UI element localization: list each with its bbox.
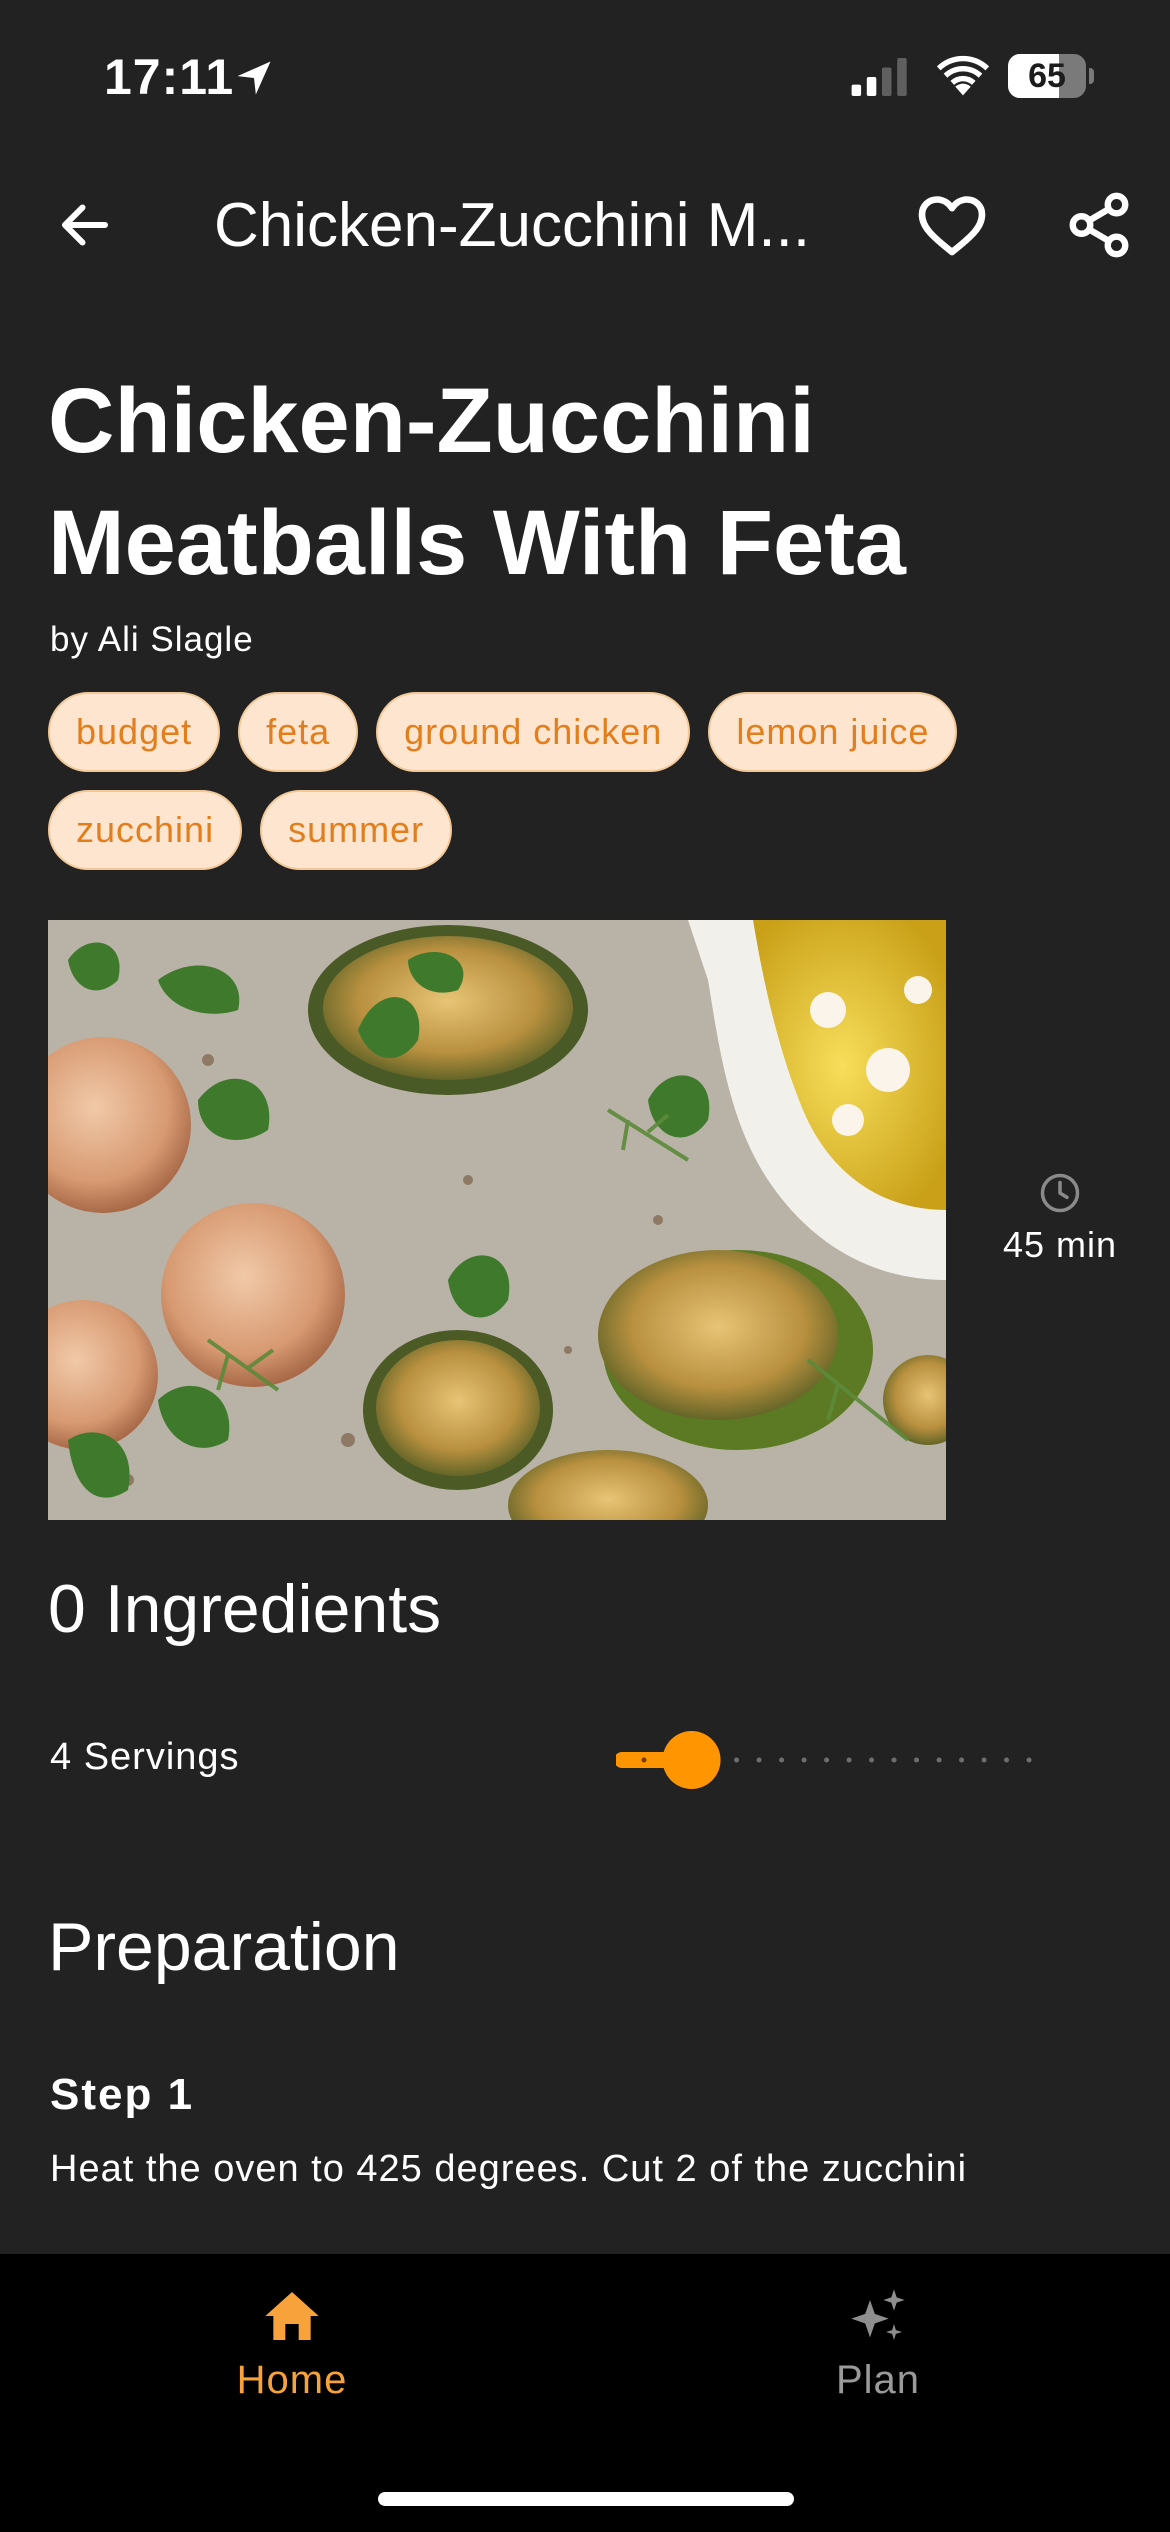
clock-icon [1040, 1173, 1080, 1213]
servings-slider[interactable] [616, 1720, 1056, 1800]
slider-tick [779, 1757, 785, 1763]
slider-tick [936, 1757, 942, 1763]
sparkles-icon [851, 2289, 905, 2340]
home-icon [265, 2292, 319, 2340]
battery-icon: 65 [1008, 54, 1094, 98]
step-title: Step 1 [50, 2070, 195, 2119]
slider-thumb[interactable] [662, 1731, 721, 1789]
slider-tick [891, 1757, 897, 1763]
slider-tick [1026, 1757, 1032, 1763]
cook-time: 45 min [990, 1172, 1130, 1266]
recipe-photo [48, 920, 946, 1520]
wifi-icon [936, 55, 990, 96]
back-arrow-icon[interactable] [50, 195, 120, 255]
tag-chip[interactable]: ground chicken [376, 692, 691, 772]
recipe-author: by Ali Slagle [50, 620, 254, 659]
bottom-navigation: Home Plan [0, 2254, 1170, 2532]
tag-chip[interactable]: lemon juice [708, 692, 958, 772]
slider-tick [801, 1757, 807, 1763]
status-time: 17:11 [104, 49, 235, 105]
nav-label-plan: Plan [835, 2358, 921, 2402]
slider-tick [824, 1757, 830, 1763]
slider-tick [981, 1757, 987, 1763]
battery-level: 65 [1028, 57, 1066, 95]
location-arrow-icon [237, 61, 271, 95]
tag-list: budget feta ground chicken lemon juice zucch… [48, 692, 1128, 888]
preparation-heading: Preparation [48, 1909, 400, 1985]
tag-chip[interactable]: zucchini [48, 790, 243, 870]
heart-icon[interactable] [916, 192, 988, 258]
app-bar-title: Chicken-Zucchini M... [214, 191, 811, 260]
slider-tick [734, 1757, 740, 1763]
cook-time-value: 45 min [1002, 1224, 1118, 1265]
ingredients-heading: 0 Ingredients [48, 1571, 442, 1647]
nav-item-home[interactable]: Home [142, 2284, 442, 2403]
status-bar: 17:11 65 [0, 0, 1170, 150]
slider-tick [869, 1757, 875, 1763]
recipe-title: Chicken-Zucchini Meatballs With Feta [48, 370, 906, 594]
tag-chip[interactable]: budget [48, 692, 221, 772]
tag-chip[interactable]: feta [238, 692, 359, 772]
step-text: Heat the oven to 425 degrees. Cut 2 of t… [50, 2148, 968, 2190]
home-indicator [378, 2492, 794, 2506]
slider-tick [641, 1757, 647, 1763]
tag-chip[interactable]: summer [260, 790, 453, 870]
slider-tick [846, 1757, 852, 1763]
app-bar: Chicken-Zucchini M... [0, 170, 1170, 280]
share-icon[interactable] [1064, 190, 1134, 260]
slider-tick [914, 1757, 920, 1763]
slider-tick [959, 1757, 965, 1763]
nav-label-home: Home [236, 2358, 348, 2402]
servings-label: 4 Servings [50, 1736, 240, 1778]
slider-tick [756, 1757, 762, 1763]
nav-item-plan[interactable]: Plan [728, 2284, 1028, 2403]
cellular-signal-icon [851, 58, 907, 96]
slider-tick [1004, 1757, 1010, 1763]
